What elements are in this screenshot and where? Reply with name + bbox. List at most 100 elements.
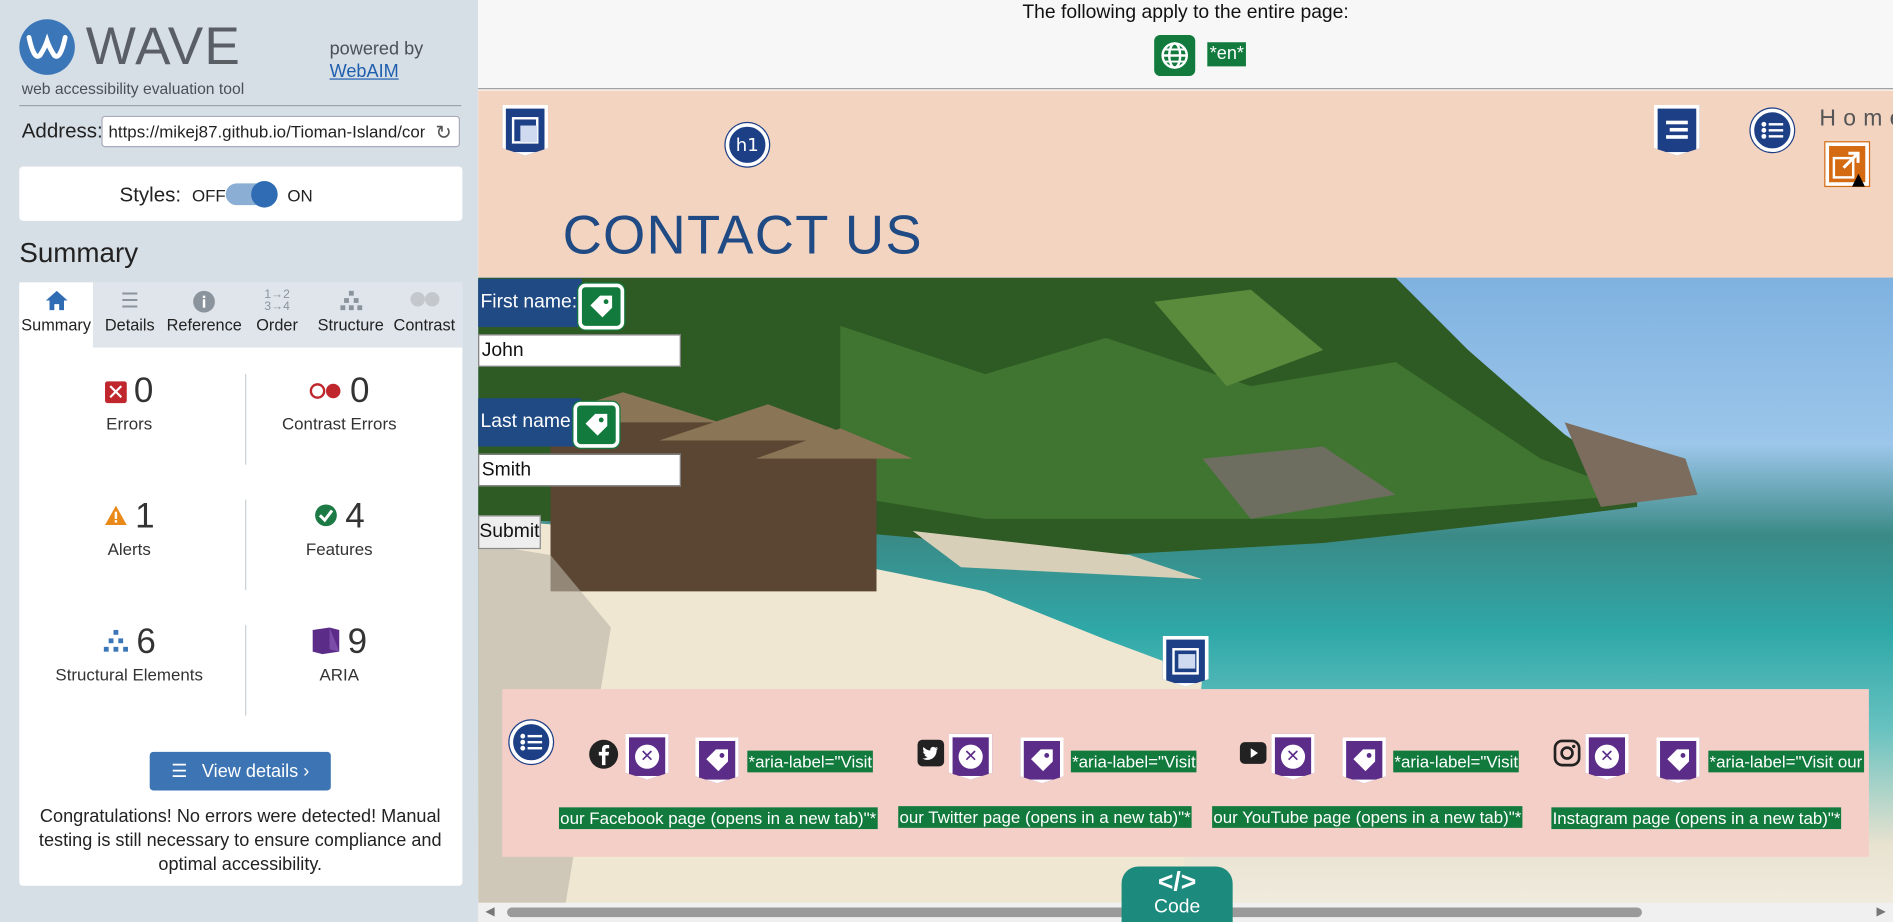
address-input[interactable]: [108, 121, 425, 142]
code-toggle-button[interactable]: </> Code: [1121, 866, 1233, 922]
tab-label: Summary: [21, 316, 92, 335]
submit-button[interactable]: Submit: [478, 515, 541, 550]
warning-icon: ▲: [1851, 170, 1866, 190]
webaim-link[interactable]: WebAIM: [330, 62, 399, 83]
label-tag-icon[interactable]: [578, 283, 625, 330]
aria-hidden-icon[interactable]: ✕: [1271, 733, 1315, 780]
structural-count: 6: [136, 622, 156, 662]
code-icon: </>: [1157, 866, 1197, 897]
tab-summary[interactable]: Summary: [19, 282, 93, 348]
summary-panel: Summary ☰ Details Reference 1→2 3→4 Order: [19, 282, 463, 886]
features-count: 4: [345, 497, 365, 536]
last-name-label: Last name:: [478, 398, 581, 447]
youtube-icon[interactable]: [1237, 739, 1268, 770]
alerts-label: Alerts: [107, 539, 151, 559]
aria-stat: 9 ARIA: [229, 622, 449, 685]
wave-sidebar: WAVE web accessibility evaluation tool p…: [0, 0, 479, 922]
view-details-button[interactable]: ☰ View details ›: [149, 751, 331, 791]
facebook-icon[interactable]: [588, 739, 619, 770]
aria-label-icon[interactable]: [1656, 737, 1700, 784]
aria-count: 9: [347, 622, 368, 662]
errors-label: Errors: [106, 413, 153, 434]
tab-label: Contrast: [393, 316, 456, 335]
aria-hidden-icon[interactable]: ✕: [1585, 733, 1629, 780]
aria-label-text: Instagram page (opens in a new tab)"*: [1551, 807, 1842, 830]
styles-off-label: OFF: [191, 185, 226, 206]
address-label: Address:: [21, 119, 103, 143]
alerts-count: 1: [135, 497, 155, 536]
twitter-icon[interactable]: [915, 739, 946, 770]
address-bar: ↻: [101, 115, 460, 148]
wave-logo-icon: [19, 19, 75, 75]
code-label: Code: [1154, 896, 1201, 918]
tab-contrast[interactable]: Contrast: [388, 282, 462, 347]
errors-count: 0: [133, 371, 154, 411]
globe-icon[interactable]: [1154, 34, 1196, 77]
divider: [19, 104, 462, 107]
last-name-label-text: Last name:: [480, 411, 577, 433]
page-title: CONTACT US: [562, 203, 923, 266]
aria-icon: [311, 626, 340, 661]
structural-stat: 6 Structural Elements: [19, 623, 239, 685]
contrast-errors-label: Contrast Errors: [281, 413, 397, 434]
page-notice-bar: The following apply to the entire page: …: [478, 0, 1893, 90]
scroll-right-arrow-icon[interactable]: ▶: [1877, 905, 1886, 918]
list-icon[interactable]: [1750, 108, 1795, 153]
home-icon: [19, 290, 93, 314]
tab-reference[interactable]: Reference: [166, 282, 242, 347]
tab-bar: Summary ☰ Details Reference 1→2 3→4 Order: [19, 282, 463, 348]
first-name-label: First name:: [478, 278, 582, 328]
scrollbar-thumb[interactable]: [507, 907, 1642, 918]
aria-hidden-icon[interactable]: ✕: [948, 733, 993, 780]
styles-on-label: ON: [287, 185, 313, 206]
alert-icon: [104, 504, 128, 532]
label-tag-icon[interactable]: [573, 401, 620, 448]
structure-icon: [103, 629, 130, 659]
instagram-icon[interactable]: [1551, 739, 1582, 770]
list-icon: ☰: [120, 289, 139, 313]
toggle-knob: [251, 181, 278, 208]
structural-label: Structural Elements: [55, 664, 203, 685]
footer-region-icon[interactable]: [1162, 635, 1209, 687]
aria-label-text: *aria-label="Visit our: [1708, 750, 1864, 773]
check-icon: [314, 503, 338, 533]
site-footer: ✕ *aria-label="Visit our Facebook page (…: [502, 689, 1869, 857]
powered-by: powered by WebAIM: [330, 37, 424, 83]
aria-label-text: *aria-label="Visit: [747, 750, 874, 773]
nav-region-icon[interactable]: [1654, 104, 1700, 156]
summary-heading: Summary: [19, 236, 139, 268]
list-icon[interactable]: [509, 720, 553, 764]
styles-toggle[interactable]: [225, 181, 278, 208]
tab-label: Reference: [166, 316, 242, 335]
aria-label-icon[interactable]: [1020, 737, 1064, 784]
first-name-input[interactable]: John: [478, 334, 681, 367]
features-label: Features: [305, 539, 373, 559]
error-icon: ✕: [104, 380, 127, 405]
aria-hidden-icon[interactable]: ✕: [625, 733, 669, 780]
refresh-icon[interactable]: ↻: [435, 121, 451, 145]
nav-home-link[interactable]: Home: [1819, 106, 1893, 133]
aria-label: ARIA: [319, 664, 359, 685]
language-tag: *en*: [1207, 42, 1247, 67]
view-details-label: View details ›: [201, 760, 310, 782]
contrast-icon: [388, 290, 462, 314]
tagline: web accessibility evaluation tool: [21, 79, 245, 98]
tab-order[interactable]: 1→2 3→4 Order: [240, 282, 314, 347]
features-stat: 4 Features: [229, 497, 449, 559]
h1-badge[interactable]: h1: [725, 123, 770, 167]
site-header: h1 CONTACT US Home ▲: [478, 90, 1893, 278]
scroll-left-arrow-icon[interactable]: ◀: [485, 905, 494, 918]
last-name-input[interactable]: Smith: [478, 453, 681, 487]
info-icon: [167, 290, 241, 314]
tab-structure[interactable]: Structure: [314, 282, 388, 347]
contrast-error-icon: [309, 380, 343, 405]
wave-brand: WAVE: [85, 16, 242, 77]
header-region-icon[interactable]: [502, 104, 549, 156]
styles-label: Styles:: [119, 183, 182, 207]
errors-stat: ✕ 0 Errors: [19, 371, 239, 434]
aria-label-icon[interactable]: [1342, 737, 1386, 784]
aria-label-text: *aria-label="Visit: [1393, 750, 1520, 773]
contrast-errors-stat: 0 Contrast Errors: [229, 372, 449, 434]
aria-label-icon[interactable]: [695, 737, 739, 784]
tab-details[interactable]: ☰ Details: [93, 282, 167, 347]
